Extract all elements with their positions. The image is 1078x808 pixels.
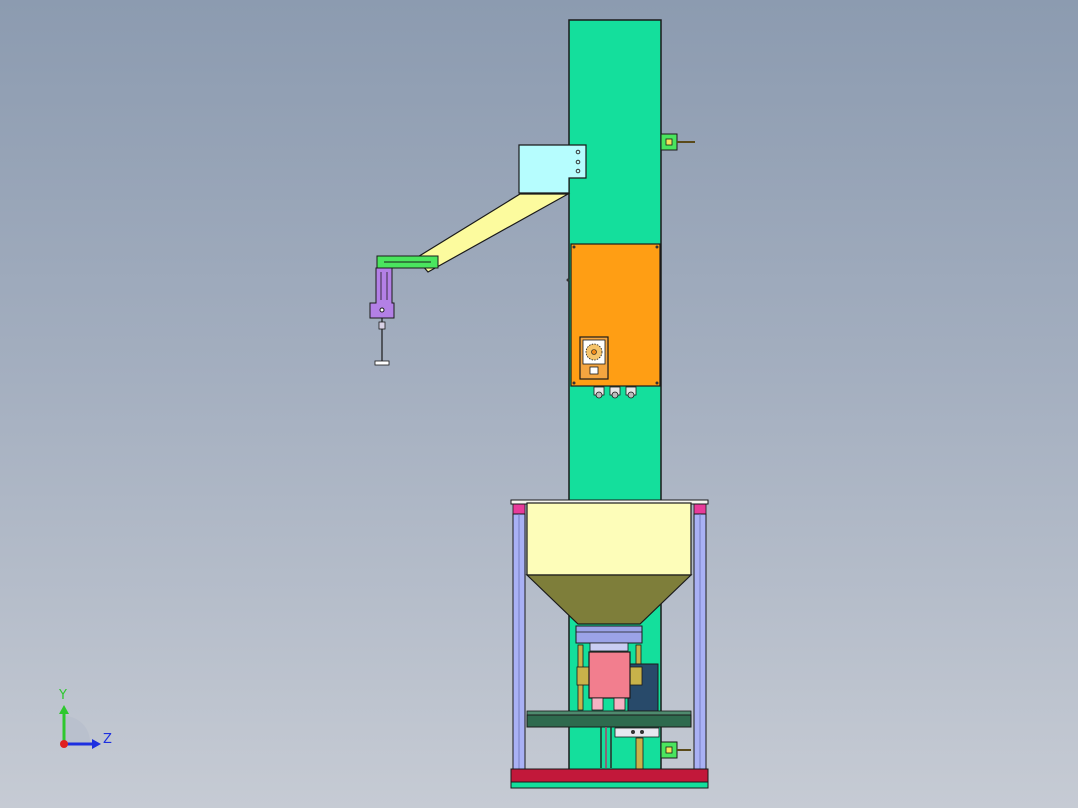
axis-z-label: Z [103, 732, 112, 747]
controller-dial-unit[interactable] [579, 336, 609, 380]
base-rail[interactable] [510, 768, 709, 789]
inclined-chute[interactable] [415, 193, 571, 273]
cad-model-scene[interactable] [0, 0, 1078, 808]
crossbeam[interactable] [526, 710, 692, 728]
frame-leg-right[interactable] [693, 503, 707, 771]
cad-viewport[interactable]: Y Z [0, 0, 1078, 808]
arm-bracket[interactable] [376, 255, 439, 269]
hopper-top[interactable] [526, 502, 692, 576]
cable-glands [593, 386, 637, 399]
axis-triad-icon [59, 705, 101, 749]
lower-side-bracket[interactable] [660, 741, 691, 759]
axis-y-label: Y [59, 688, 67, 703]
probe-rod[interactable] [374, 318, 390, 366]
arm-link[interactable] [369, 267, 395, 319]
frame-leg-left[interactable] [512, 503, 526, 771]
upper-side-bracket[interactable] [660, 133, 695, 151]
hopper-cone[interactable] [525, 574, 693, 625]
